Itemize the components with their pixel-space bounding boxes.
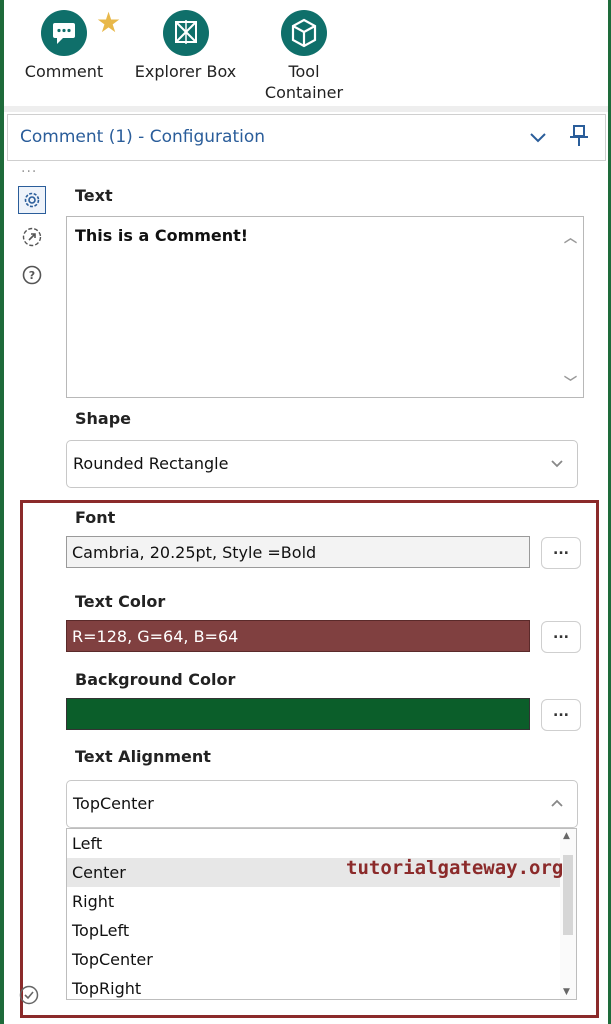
pin-icon[interactable]	[568, 124, 590, 152]
annotation-arrow-icon[interactable]	[18, 223, 46, 251]
scroll-down-arrow-icon[interactable]: ▼	[563, 987, 570, 997]
chevron-down-icon[interactable]	[528, 127, 548, 151]
alignment-option-left[interactable]: Left	[67, 829, 576, 858]
check-circle-icon[interactable]	[18, 984, 40, 1010]
tool-container-label-line1: Tool	[288, 62, 320, 81]
favorite-star-icon: ★	[96, 6, 122, 39]
text-color-label: Text Color	[75, 592, 166, 611]
tool-container-label-line2: Container	[264, 83, 344, 102]
text-color-browse-button[interactable]: ...	[541, 621, 581, 653]
configuration-header: Comment (1) - Configuration	[7, 114, 606, 161]
explorer-box-label: Explorer Box	[134, 62, 237, 81]
shape-label: Shape	[75, 409, 132, 428]
scroll-down-icon[interactable]: ﹀	[564, 372, 577, 391]
background-color-label: Background Color	[75, 670, 236, 689]
comment-tool-label: Comment	[24, 62, 104, 81]
app-window: Comment ★ Explorer Box Tool Container Co…	[4, 0, 608, 1024]
text-alignment-selected-value: TopCenter	[73, 794, 154, 813]
alignment-option-right[interactable]: Right	[67, 887, 576, 916]
comment-text-area[interactable]: This is a Comment! ︿ ﹀	[66, 216, 584, 398]
comment-icon	[41, 10, 87, 56]
chevron-down-icon	[549, 455, 565, 475]
background-color-browse-button[interactable]: ...	[541, 699, 581, 731]
text-alignment-select[interactable]: TopCenter	[66, 780, 578, 828]
tool-container-icon	[281, 10, 327, 56]
alignment-option-topleft[interactable]: TopLeft	[67, 916, 576, 945]
configuration-title: Comment (1) - Configuration	[20, 127, 266, 147]
dropdown-scroll-thumb[interactable]	[563, 855, 573, 935]
dropdown-scrollbar[interactable]: ▲ ▼	[560, 829, 576, 999]
shape-select[interactable]: Rounded Rectangle	[66, 440, 578, 488]
explorer-box-tool[interactable]: Explorer Box	[128, 0, 243, 83]
background-color-field[interactable]	[66, 698, 530, 730]
help-icon[interactable]: ?	[18, 261, 46, 289]
tool-container-tool[interactable]: Tool Container	[256, 0, 352, 104]
scroll-up-arrow-icon[interactable]: ▲	[563, 831, 570, 841]
text-alignment-label: Text Alignment	[75, 747, 211, 766]
alignment-option-topcenter[interactable]: TopCenter	[67, 945, 576, 974]
text-color-field[interactable]: R=128, G=64, B=64	[66, 620, 530, 652]
rail-grip-icon: ···	[21, 164, 38, 180]
font-label: Font	[75, 508, 116, 527]
tool-palette: Comment ★ Explorer Box Tool Container	[4, 0, 608, 106]
text-label: Text	[75, 186, 113, 205]
scroll-up-icon[interactable]: ︿	[564, 227, 577, 246]
text-alignment-dropdown: Left Center Right TopLeft TopCenter TopR…	[66, 828, 577, 1000]
configuration-gear-icon[interactable]	[18, 186, 46, 214]
alignment-option-topright[interactable]: TopRight	[67, 974, 576, 1003]
font-field: Cambria, 20.25pt, Style =Bold	[66, 536, 530, 568]
comment-text-value: This is a Comment!	[75, 226, 249, 245]
shape-selected-value: Rounded Rectangle	[73, 454, 229, 473]
chevron-up-icon	[549, 795, 565, 815]
explorer-box-icon	[162, 10, 209, 56]
watermark: tutorialgateway.org	[346, 857, 564, 879]
svg-text:?: ?	[29, 269, 35, 282]
font-browse-button[interactable]: ...	[541, 537, 581, 569]
toolbar-divider	[4, 106, 608, 112]
